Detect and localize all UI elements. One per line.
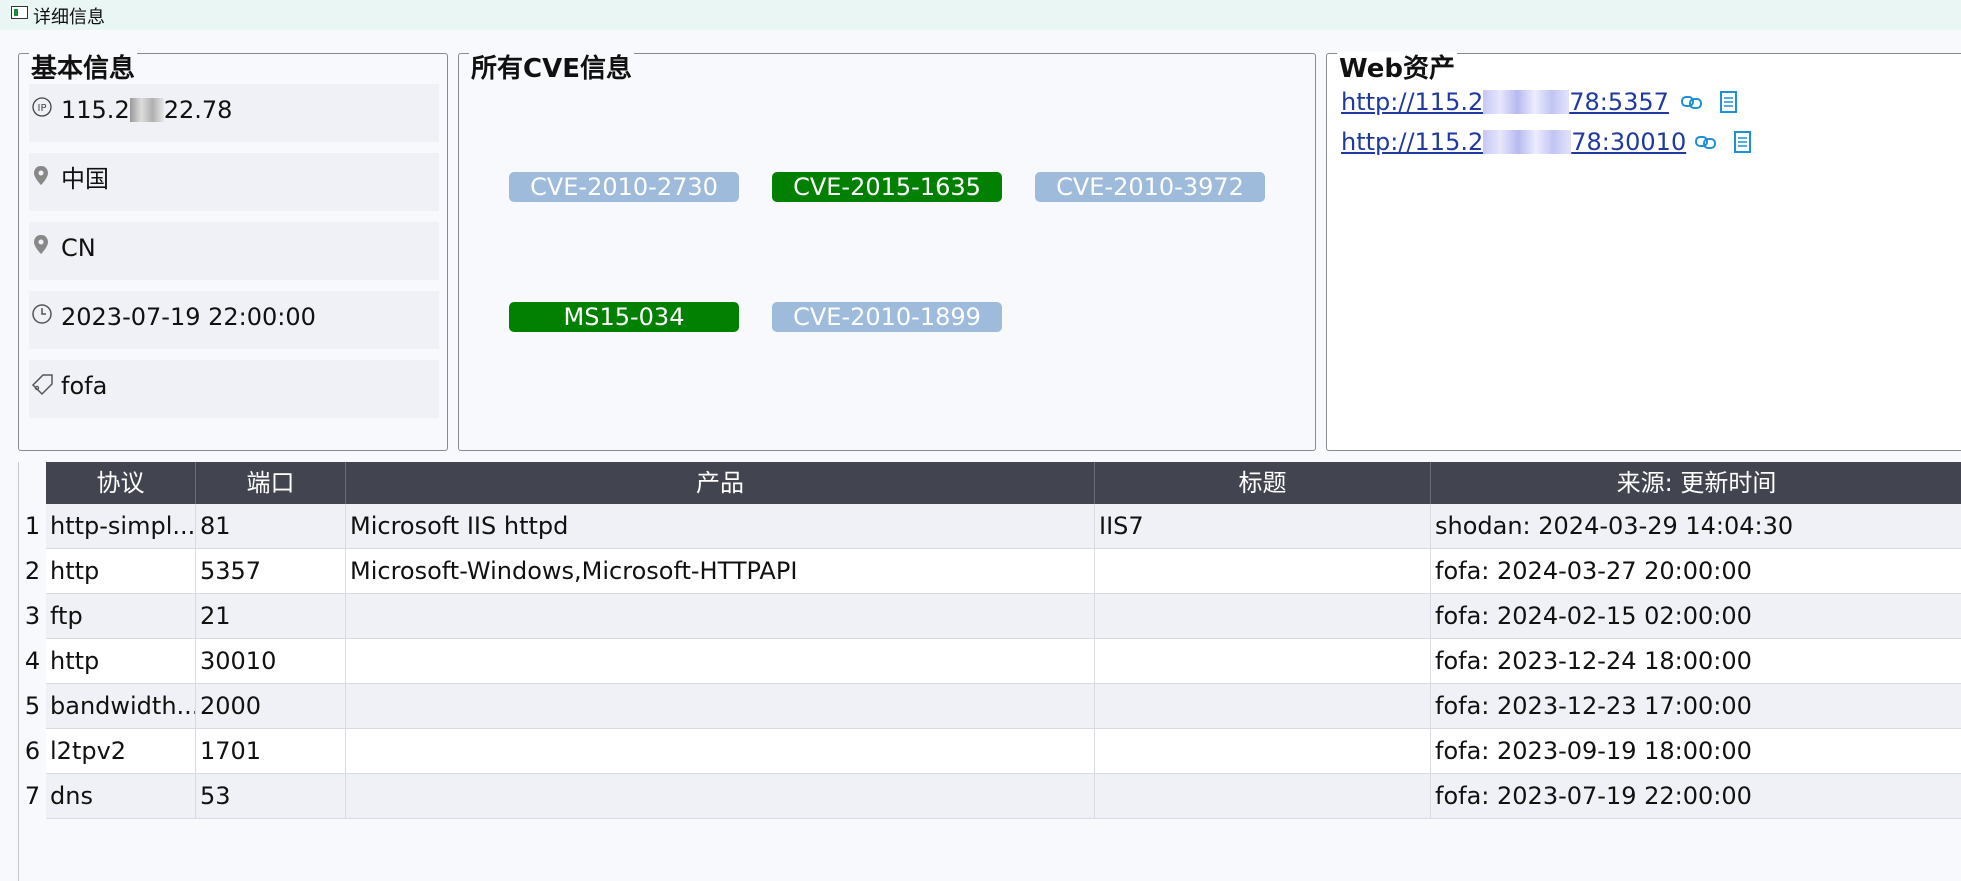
cell-source-time[interactable]: shodan: 2024-03-29 14:04:30 [1431,504,1961,548]
source-row: fofa [29,360,439,418]
country-code-row: CN [29,222,439,280]
cell-product[interactable] [346,594,1095,638]
ip-icon: IP [32,97,52,117]
table-row[interactable]: http-simpl... 81 Microsoft IIS httpd IIS7 sh… [46,504,1961,549]
cve-tag[interactable]: CVE-2010-2730 [509,172,739,202]
open-link-icon[interactable] [1693,129,1719,155]
ip-address-value: 115.2 22.78 [61,96,233,124]
cell-protocol[interactable]: http [46,549,196,593]
cell-port[interactable]: 5357 [196,549,346,593]
table-row[interactable]: l2tpv2 1701 fofa: 2023-09-19 18:00:00 [46,729,1961,774]
cell-protocol[interactable]: l2tpv2 [46,729,196,773]
cell-title[interactable] [1095,549,1431,593]
column-header-port[interactable]: 端口 [196,462,346,504]
cell-product[interactable]: Microsoft IIS httpd [346,504,1095,548]
row-number: 5 [24,692,41,720]
column-header-product[interactable]: 产品 [346,462,1095,504]
cell-protocol[interactable]: http [46,639,196,683]
masked-ip-segment [129,98,164,122]
cell-protocol[interactable]: ftp [46,594,196,638]
country-value: 中国 [61,165,109,193]
country-row: 中国 [29,153,439,211]
cell-protocol[interactable]: dns [46,774,196,818]
svg-text:IP: IP [38,103,47,114]
clock-icon [32,304,52,324]
cve-panel: 所有CVE信息 CVE-2010-2730 CVE-2015-1635 CVE-… [458,52,1316,451]
cell-protocol[interactable]: bandwidth... [46,684,196,728]
web-asset-link[interactable]: http://115.2 78:30010 [1341,128,1686,156]
cell-product[interactable] [346,639,1095,683]
cell-port[interactable]: 30010 [196,639,346,683]
masked-url-segment [1483,130,1572,154]
country-code-value: CN [61,234,96,262]
column-header-title[interactable]: 标题 [1095,462,1431,504]
app-window-icon [11,6,28,19]
copy-icon[interactable] [1730,129,1756,155]
location-pin-icon [34,166,48,185]
cell-source-time[interactable]: fofa: 2023-12-24 18:00:00 [1431,639,1961,683]
cell-title[interactable] [1095,774,1431,818]
cell-source-time[interactable]: fofa: 2024-03-27 20:00:00 [1431,549,1961,593]
cell-title[interactable] [1095,639,1431,683]
tag-icon [31,374,53,396]
cell-product[interactable] [346,774,1095,818]
web-asset-link[interactable]: http://115.2 78:5357 [1341,88,1669,116]
cell-port[interactable]: 81 [196,504,346,548]
row-number: 2 [24,557,41,585]
update-time-value: 2023-07-19 22:00:00 [61,303,316,331]
ports-table: 协议 端口 产品 标题 来源: 更新时间 1 http-simpl... 81 Mic… [18,462,1961,881]
cell-port[interactable]: 21 [196,594,346,638]
table-header: 协议 端口 产品 标题 来源: 更新时间 [46,462,1961,504]
copy-icon[interactable] [1716,89,1742,115]
window-titlebar: 详细信息 [0,0,1961,30]
table-row[interactable]: http 30010 fofa: 2023-12-24 18:00:00 [46,639,1961,684]
cell-product[interactable] [346,684,1095,728]
cve-tag[interactable]: CVE-2015-1635 [772,172,1002,202]
table-row[interactable]: dns 53 fofa: 2023-07-19 22:00:00 [46,774,1961,819]
cell-protocol[interactable]: http-simpl... [46,504,196,548]
window-title: 详细信息 [33,7,105,28]
cve-tag[interactable]: CVE-2010-1899 [772,302,1002,332]
cell-title[interactable] [1095,684,1431,728]
cve-panel-title: 所有CVE信息 [469,52,634,86]
row-number: 1 [24,512,41,540]
source-value: fofa [61,372,108,400]
cell-port[interactable]: 2000 [196,684,346,728]
web-assets-panel: Web资产 http://115.2 78:5357 http://115.2 78… [1326,52,1961,451]
column-header-source-time[interactable]: 来源: 更新时间 [1431,462,1961,504]
row-number: 7 [24,782,41,810]
cell-title[interactable] [1095,594,1431,638]
basic-info-title: 基本信息 [29,52,138,86]
cell-port[interactable]: 53 [196,774,346,818]
cve-tag[interactable]: MS15-034 [509,302,739,332]
cell-title[interactable]: IIS7 [1095,504,1431,548]
ip-row: IP 115.2 22.78 [29,84,439,142]
web-assets-title: Web资产 [1337,52,1457,86]
cell-source-time[interactable]: fofa: 2023-09-19 18:00:00 [1431,729,1961,773]
cell-product[interactable]: Microsoft-Windows,Microsoft-HTTPAPI [346,549,1095,593]
cell-title[interactable] [1095,729,1431,773]
basic-info-panel: 基本信息 IP 115.2 22.78 中国 CN 2023-07-19 22:0… [18,52,448,451]
cell-source-time[interactable]: fofa: 2024-02-15 02:00:00 [1431,594,1961,638]
table-row[interactable]: bandwidth... 2000 fofa: 2023-12-23 17:00:0… [46,684,1961,729]
cell-port[interactable]: 1701 [196,729,346,773]
table-row[interactable]: http 5357 Microsoft-Windows,Microsoft-HTTP… [46,549,1961,594]
open-link-icon[interactable] [1679,89,1705,115]
row-number: 4 [24,647,41,675]
location-pin-icon [34,235,48,254]
table-row[interactable]: ftp 21 fofa: 2024-02-15 02:00:00 [46,594,1961,639]
cve-tag[interactable]: CVE-2010-3972 [1035,172,1265,202]
column-header-protocol[interactable]: 协议 [46,462,196,504]
cell-source-time[interactable]: fofa: 2023-12-23 17:00:00 [1431,684,1961,728]
cell-source-time[interactable]: fofa: 2023-07-19 22:00:00 [1431,774,1961,818]
row-number: 3 [24,602,41,630]
masked-url-segment [1483,90,1570,114]
cell-product[interactable] [346,729,1095,773]
row-number: 6 [24,737,41,765]
time-row: 2023-07-19 22:00:00 [29,291,439,349]
